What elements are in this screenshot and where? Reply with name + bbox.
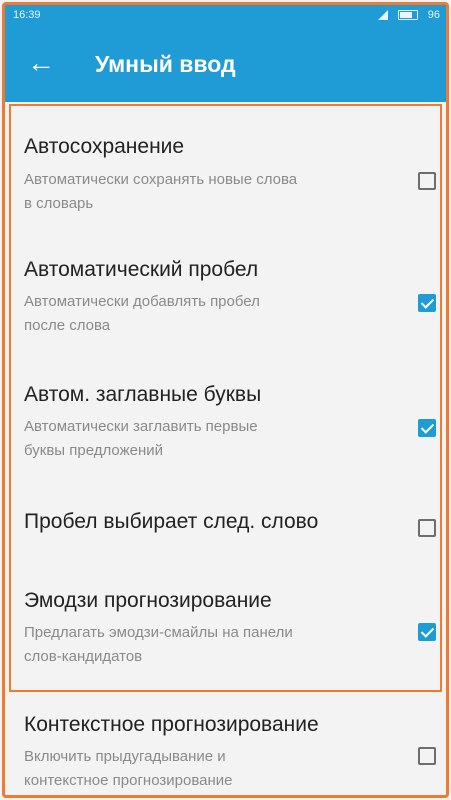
- autosave-checkbox[interactable]: [418, 172, 436, 190]
- status-bar: 16:39 96: [5, 5, 446, 27]
- setting-emoji-prediction[interactable]: Эмодзи прогнозирование Предлагать эмодзи…: [5, 552, 446, 692]
- auto-capitalize-checkbox[interactable]: [418, 419, 436, 437]
- setting-title: Пробел выбирает след. слово: [24, 510, 319, 533]
- subtitle-line: Автоматически заглавить первые: [24, 418, 258, 435]
- status-time: 16:39: [13, 9, 41, 21]
- subtitle-line: Включить прыдугадывание и: [24, 748, 226, 765]
- app-toolbar: ← Умный ввод: [5, 27, 446, 102]
- subtitle-line: контекстное прогнозирование: [24, 772, 233, 789]
- subtitle-line: Предлагать эмодзи-смайлы на панели: [24, 624, 293, 641]
- checkmark-icon: [420, 624, 435, 638]
- setting-subtitle: Включить прыдугадывание и контекстное пр…: [24, 745, 394, 793]
- subtitle-line: буквы предложений: [24, 442, 163, 459]
- space-next-word-checkbox[interactable]: [418, 519, 436, 537]
- setting-title: Контекстное прогнозирование: [24, 713, 319, 736]
- subtitle-line: после слова: [24, 317, 111, 334]
- arrow-left-icon[interactable]: ←: [23, 45, 59, 81]
- setting-subtitle: Предлагать эмодзи-смайлы на панели слов-…: [24, 621, 394, 669]
- setting-auto-space[interactable]: Автоматический пробел Автоматически доба…: [5, 220, 446, 342]
- status-icons: 96: [377, 9, 440, 21]
- setting-autosave[interactable]: Автосохранение Автоматически сохранять н…: [5, 102, 446, 220]
- battery-level: 96: [427, 9, 440, 21]
- checkmark-icon: [420, 420, 435, 434]
- setting-context-prediction[interactable]: Контекстное прогнозирование Включить пры…: [5, 692, 446, 797]
- subtitle-line: Автоматически сохранять новые слова: [24, 171, 298, 188]
- auto-space-checkbox[interactable]: [418, 294, 436, 312]
- setting-subtitle: Автоматически сохранять новые слова в сл…: [24, 168, 394, 216]
- setting-space-next-word[interactable]: Пробел выбирает след. слово: [5, 467, 446, 552]
- battery-icon: [397, 10, 418, 20]
- signal-icon: [377, 10, 388, 20]
- checkmark-icon: [420, 295, 435, 309]
- setting-title: Автом. заглавные буквы: [24, 383, 262, 406]
- screen: 16:39 96 ← Умный ввод Автосохранение Авт…: [0, 0, 451, 800]
- setting-auto-capitalize[interactable]: Автом. заглавные буквы Автоматически заг…: [5, 342, 446, 467]
- setting-title: Автосохранение: [24, 135, 185, 158]
- page-title: Умный ввод: [95, 51, 236, 77]
- subtitle-line: в словарь: [24, 195, 94, 212]
- setting-title: Автоматический пробел: [24, 258, 259, 281]
- emoji-prediction-checkbox[interactable]: [418, 623, 436, 641]
- subtitle-line: слов-кандидатов: [24, 648, 143, 665]
- setting-subtitle: Автоматически добавлять пробел после сло…: [24, 290, 394, 338]
- setting-subtitle: Автоматически заглавить первые буквы пре…: [24, 415, 394, 463]
- subtitle-line: Автоматически добавлять пробел: [24, 293, 260, 310]
- setting-title: Эмодзи прогнозирование: [24, 589, 272, 612]
- context-prediction-checkbox[interactable]: [418, 747, 436, 765]
